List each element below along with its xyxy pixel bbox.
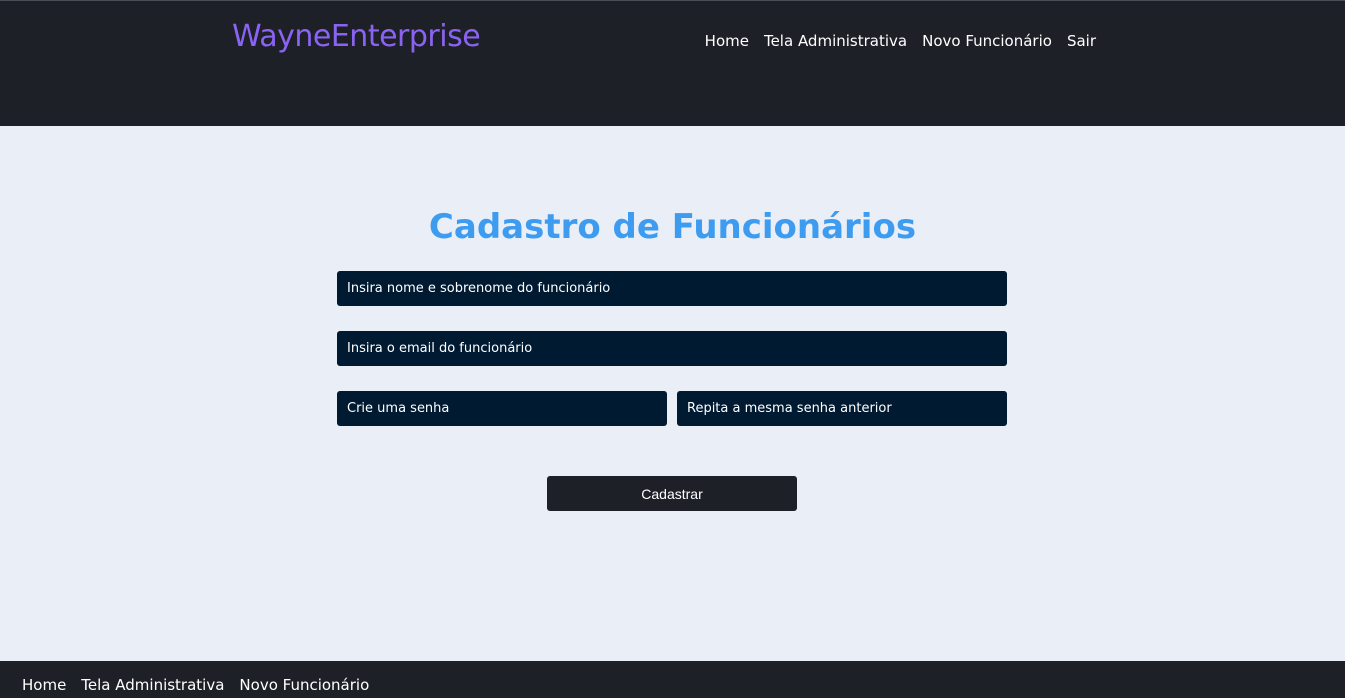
- top-navbar: WayneEnterprise Home Tela Administrativa…: [0, 0, 1345, 126]
- password-input[interactable]: [337, 391, 667, 426]
- nav-link-logout[interactable]: Sair: [1067, 31, 1096, 51]
- employee-email-input[interactable]: [337, 331, 1007, 366]
- brand-logo[interactable]: WayneEnterprise: [232, 19, 481, 55]
- footer: Home Tela Administrativa Novo Funcionári…: [0, 661, 1345, 698]
- register-button[interactable]: Cadastrar: [547, 476, 797, 511]
- footer-link-admin[interactable]: Tela Administrativa: [81, 675, 224, 695]
- page-title: Cadastro de Funcionários: [428, 207, 917, 247]
- password-confirm-input[interactable]: [677, 391, 1007, 426]
- footer-link-new-employee[interactable]: Novo Funcionário: [239, 675, 369, 695]
- main-content: Cadastro de Funcionários Cadastrar: [0, 126, 1345, 661]
- nav-link-new-employee[interactable]: Novo Funcionário: [922, 31, 1052, 51]
- top-nav: Home Tela Administrativa Novo Funcionári…: [705, 31, 1096, 51]
- nav-link-home[interactable]: Home: [705, 31, 749, 51]
- employee-name-input[interactable]: [337, 271, 1007, 306]
- nav-link-admin[interactable]: Tela Administrativa: [764, 31, 907, 51]
- footer-link-home[interactable]: Home: [22, 675, 66, 695]
- footer-nav: Home Tela Administrativa Novo Funcionári…: [22, 675, 369, 695]
